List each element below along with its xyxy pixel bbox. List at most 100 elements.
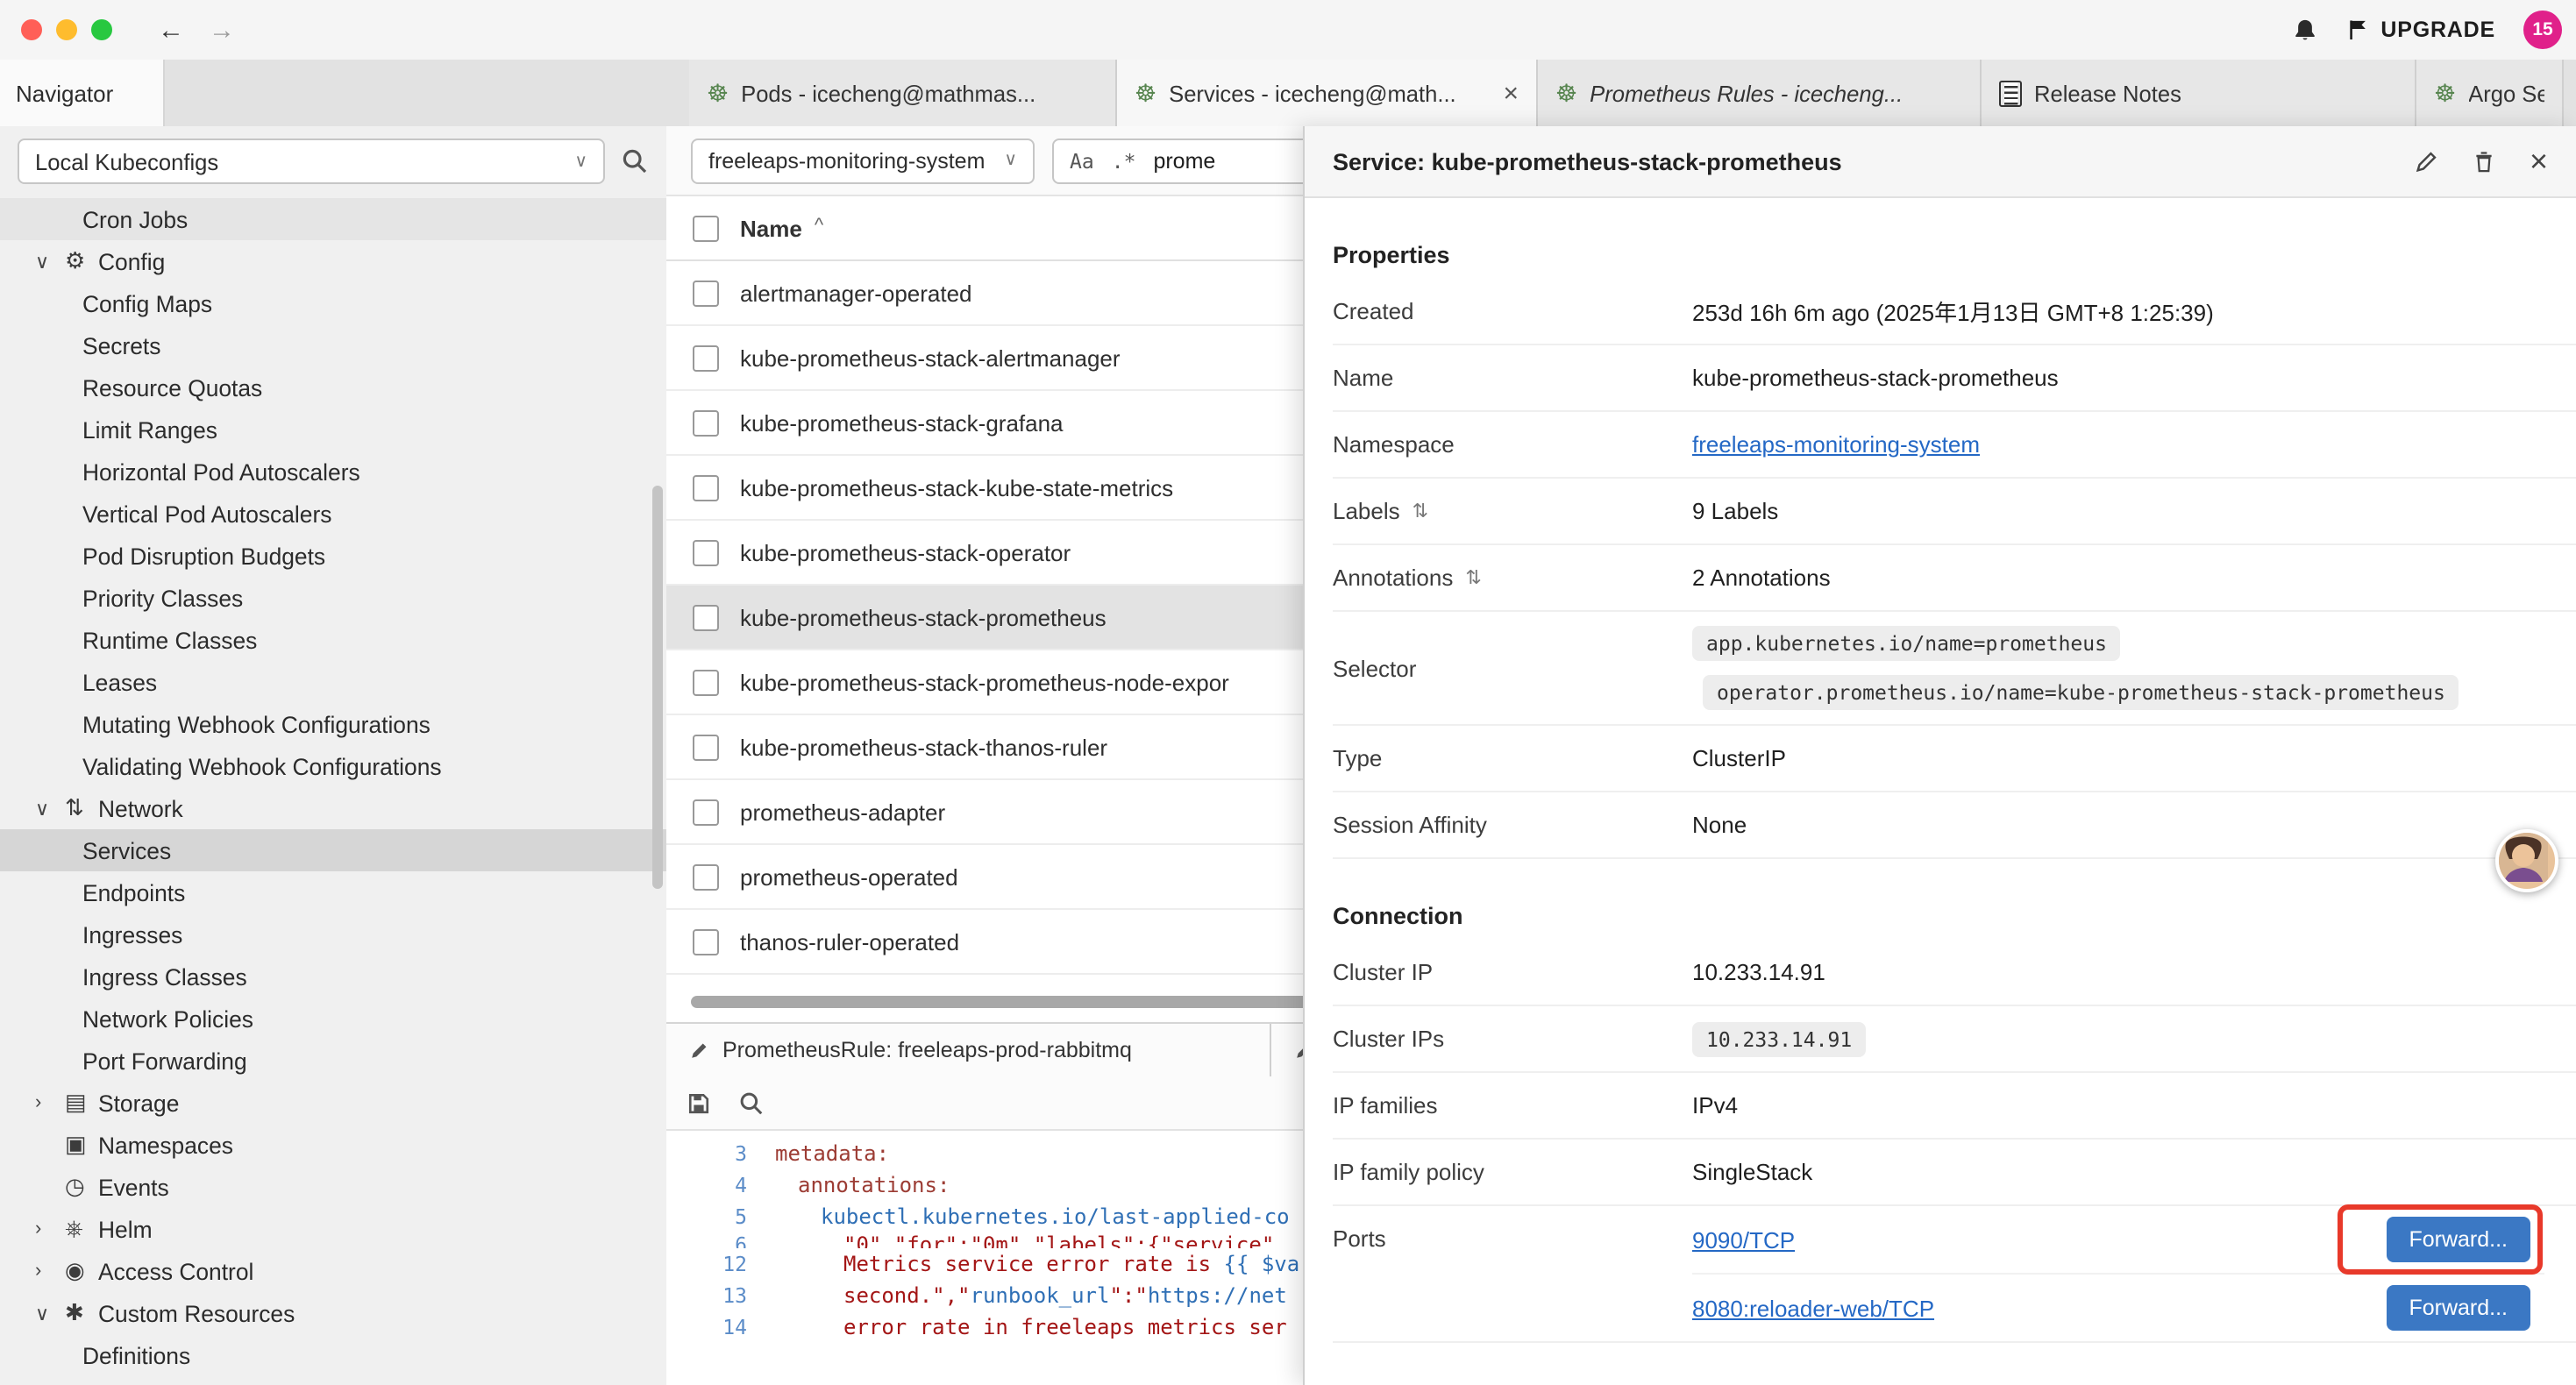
row-name: kube-prometheus-stack-operator [740,539,1071,565]
row-name: thanos-ruler-operated [740,928,959,955]
detail-row-ip-families: IP familiesIPv4 [1333,1073,2576,1140]
tab-pods-icecheng-mathmas[interactable]: ☸Pods - icecheng@mathmas... [689,60,1117,126]
forward-button[interactable]: Forward... [2386,1217,2530,1262]
navigator-label: Navigator [16,80,113,106]
sidebar-item-network-policies[interactable]: Network Policies [0,998,666,1040]
titlebar-right: UPGRADE 15 [2291,11,2576,49]
notifications-bell-icon[interactable] [2291,17,2317,43]
sidebar-item-network[interactable]: ∨⇅Network [0,787,666,829]
sidebar-item-validating-webhook-configurations[interactable]: Validating Webhook Configurations [0,745,666,787]
column-header-name[interactable]: Name [740,215,802,241]
chevron-down-icon[interactable]: ∨ [35,797,65,820]
row-name: alertmanager-operated [740,280,972,306]
sidebar-item-helm[interactable]: ›⎈Helm [0,1208,666,1250]
sidebar-item-limit-ranges[interactable]: Limit Ranges [0,408,666,451]
sidebar-item-endpoints[interactable]: Endpoints [0,871,666,913]
port-link[interactable]: 8080:reloader-web/TCP [1692,1295,1934,1321]
port-link[interactable]: 9090/TCP [1692,1226,1795,1253]
row-checkbox[interactable] [693,928,719,955]
expander-icon[interactable]: ⇅ [1465,566,1481,589]
search-icon[interactable] [621,147,649,175]
sidebar-item-ingresses[interactable]: Ingresses [0,913,666,955]
row-checkbox[interactable] [693,799,719,825]
sort-asc-icon: ^ [815,216,823,237]
zoom-window-button[interactable] [91,19,112,40]
kubeconfig-selector[interactable]: Local Kubeconfigs ∨ [18,138,605,184]
close-icon[interactable]: × [2530,146,2548,177]
match-case-toggle[interactable]: Aa [1070,148,1094,173]
sidebar-item-label: Config Maps [82,290,212,316]
namespace-filter[interactable]: freeleaps-monitoring-system ∨ [691,138,1035,183]
expander-icon[interactable]: ⇅ [1413,500,1428,522]
namespace-link[interactable]: freeleaps-monitoring-system [1692,431,1980,458]
search-icon[interactable] [738,1090,765,1116]
row-checkbox[interactable] [693,344,719,371]
tab-services-icecheng-math[interactable]: ☸Services - icecheng@math...× [1117,60,1538,126]
chevron-right-icon[interactable]: › [35,1261,65,1282]
regex-toggle[interactable]: .* [1112,148,1136,173]
row-checkbox[interactable] [693,409,719,436]
chevron-right-icon[interactable]: › [35,1218,65,1239]
save-icon[interactable] [686,1090,712,1116]
detail-value: ClusterIP [1692,745,1786,771]
sidebar-item-namespaces[interactable]: ▣Namespaces [0,1124,666,1166]
code-text: Metrics service error rate is {{ $va [775,1252,1299,1276]
chevron-down-icon: ∨ [1004,151,1017,170]
tab-prometheus-rules-icecheng[interactable]: ☸Prometheus Rules - icecheng... [1538,60,1982,126]
sidebar-item-services[interactable]: Services [0,829,666,871]
close-icon[interactable]: × [1492,78,1519,108]
sidebar-item-config[interactable]: ∨⚙Config [0,240,666,282]
row-checkbox[interactable] [693,734,719,760]
sidebar-item-events[interactable]: ◷Events [0,1166,666,1208]
sidebar-item-storage[interactable]: ›▤Storage [0,1082,666,1124]
sidebar-item-vertical-pod-autoscalers[interactable]: Vertical Pod Autoscalers [0,493,666,535]
sidebar-item-cron-jobs[interactable]: Cron Jobs [0,198,666,240]
row-checkbox[interactable] [693,669,719,695]
sidebar-item-runtime-classes[interactable]: Runtime Classes [0,619,666,661]
back-icon[interactable]: ← [158,15,184,45]
dock-tab-prometheusrule[interactable]: PrometheusRule: freeleaps-prod-rabbitmq [666,1024,1271,1076]
chevron-down-icon[interactable]: ∨ [35,250,65,273]
delete-icon[interactable] [2472,148,2498,174]
avatar[interactable] [2495,829,2558,892]
forward-button[interactable]: Forward... [2386,1285,2530,1331]
row-checkbox[interactable] [693,474,719,501]
close-window-button[interactable] [21,19,42,40]
sidebar-item-label: Secrets [82,332,160,359]
minimize-window-button[interactable] [56,19,77,40]
code-text: kubectl.kubernetes.io/last-applied-co [775,1204,1290,1229]
sidebar-item-access-control[interactable]: ›◉Access Control [0,1250,666,1292]
detail-row-ports: Ports9090/TCPForward...8080:reloader-web… [1333,1206,2576,1343]
select-all-checkbox[interactable] [693,215,719,241]
tab-release-notes[interactable]: Release Notes [1982,60,2416,126]
tab-label: Argo Se [2468,80,2544,106]
sidebar-item-port-forwarding[interactable]: Port Forwarding [0,1040,666,1082]
sidebar-item-ingress-classes[interactable]: Ingress Classes [0,955,666,998]
sidebar-item-label: Leases [82,669,157,695]
row-checkbox[interactable] [693,539,719,565]
sidebar-item-custom-resources[interactable]: ∨✱Custom Resources [0,1292,666,1334]
row-checkbox[interactable] [693,863,719,890]
tab-argo-se[interactable]: ☸Argo Se [2416,60,2564,126]
edit-icon[interactable] [2414,148,2440,174]
sidebar-scrollbar[interactable] [652,486,663,889]
sidebar-item-label: Helm [98,1216,153,1242]
sidebar-item-label: Network [98,795,183,821]
upgrade-button[interactable]: UPGRADE [2345,18,2495,42]
sidebar-item-pod-disruption-budgets[interactable]: Pod Disruption Budgets [0,535,666,577]
sidebar-item-priority-classes[interactable]: Priority Classes [0,577,666,619]
forward-icon[interactable]: → [209,15,235,45]
chevron-down-icon[interactable]: ∨ [35,1302,65,1325]
sidebar-item-secrets[interactable]: Secrets [0,324,666,366]
sidebar-item-leases[interactable]: Leases [0,661,666,703]
row-checkbox[interactable] [693,604,719,630]
sidebar-item-definitions[interactable]: Definitions [0,1334,666,1376]
notifications-count-badge[interactable]: 15 [2523,11,2562,49]
sidebar-item-mutating-webhook-configurations[interactable]: Mutating Webhook Configurations [0,703,666,745]
sidebar-item-resource-quotas[interactable]: Resource Quotas [0,366,666,408]
section-heading-connection: Connection [1333,887,2576,929]
sidebar-item-config-maps[interactable]: Config Maps [0,282,666,324]
chevron-right-icon[interactable]: › [35,1092,65,1113]
row-checkbox[interactable] [693,280,719,306]
sidebar-item-horizontal-pod-autoscalers[interactable]: Horizontal Pod Autoscalers [0,451,666,493]
